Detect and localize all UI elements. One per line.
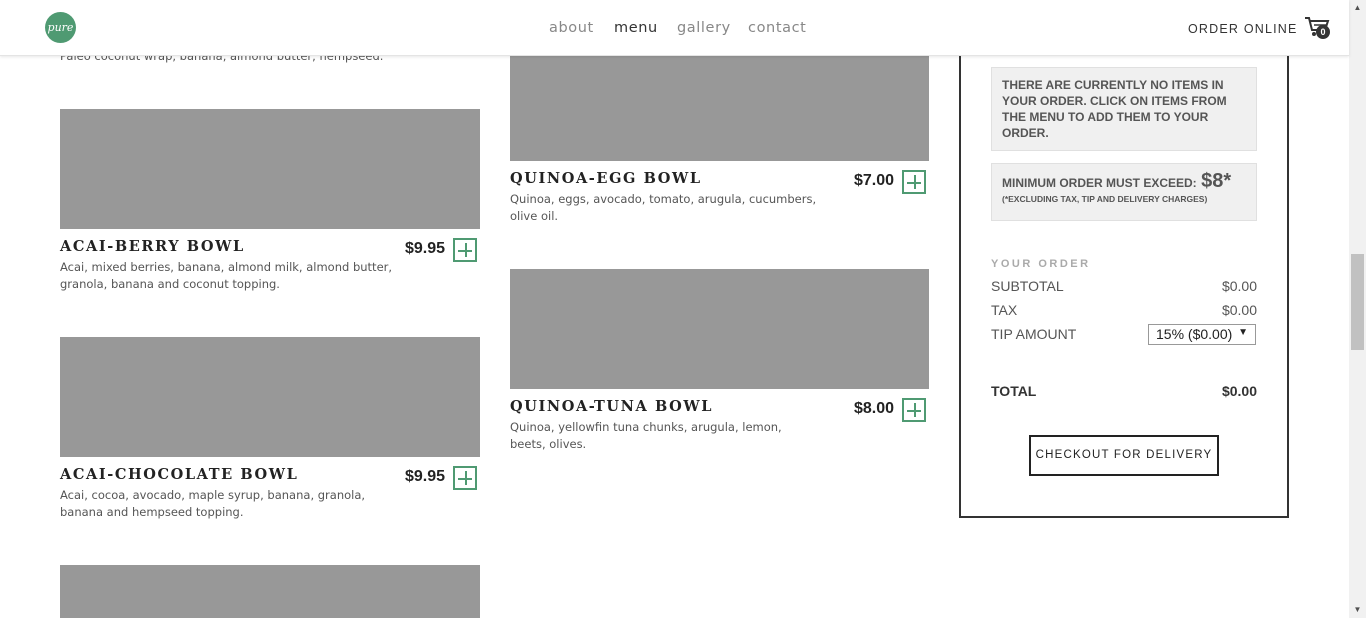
- tax-value: $0.00: [1221, 302, 1257, 318]
- order-online-link[interactable]: ORDER ONLINE: [1188, 22, 1298, 36]
- site-header: pure about menu gallery contact ORDER ON…: [0, 0, 1349, 56]
- item-image[interactable]: [510, 269, 929, 389]
- scroll-up-arrow-icon[interactable]: ▲: [1349, 0, 1366, 16]
- item-title: ACAI-BERRY BOWL: [60, 238, 245, 255]
- page-scrollbar[interactable]: ▲ ▼: [1349, 0, 1366, 618]
- nav-menu[interactable]: menu: [614, 20, 658, 36]
- chevron-down-icon: ▼: [1238, 327, 1248, 338]
- empty-order-notice: THERE ARE CURRENTLY NO ITEMS IN YOUR ORD…: [991, 67, 1257, 151]
- item-image[interactable]: [510, 56, 929, 161]
- minimum-order-label: MINIMUM ORDER MUST EXCEED:: [1002, 176, 1197, 190]
- minimum-order-notice: MINIMUM ORDER MUST EXCEED: $8* (*EXCLUDI…: [991, 163, 1257, 221]
- nav-contact[interactable]: contact: [748, 20, 806, 36]
- minimum-order-note: (*EXCLUDING TAX, TIP AND DELIVERY CHARGE…: [1002, 194, 1208, 204]
- total-value: $0.00: [1221, 383, 1257, 399]
- item-description: Acai, mixed berries, banana, almond milk…: [60, 260, 393, 291]
- item-title: ACAI-CHOCOLATE BOWL: [60, 466, 299, 483]
- item-price: $8.00: [854, 400, 895, 417]
- tip-label: TIP AMOUNT: [991, 326, 1077, 342]
- item-description: Quinoa, yellowfin tuna chunks, arugula, …: [510, 420, 782, 451]
- subtotal-value: $0.00: [1221, 278, 1257, 294]
- minimum-order-amount: $8*: [1201, 170, 1232, 192]
- add-to-order-button[interactable]: [453, 238, 477, 262]
- nav-gallery[interactable]: gallery: [677, 20, 731, 36]
- add-to-order-button[interactable]: [902, 170, 926, 194]
- scroll-thumb[interactable]: [1351, 254, 1364, 350]
- item-description: Acai, cocoa, avocado, maple syrup, banan…: [60, 488, 366, 519]
- your-order-heading: YOUR ORDER: [991, 258, 1091, 270]
- item-description: Quinoa, eggs, avocado, tomato, arugula, …: [510, 192, 817, 223]
- item-image[interactable]: [60, 109, 480, 229]
- nav-about[interactable]: about: [549, 20, 594, 36]
- add-to-order-button[interactable]: [902, 398, 926, 422]
- item-price: $9.95: [405, 240, 446, 257]
- item-title: QUINOA-TUNA BOWL: [510, 398, 714, 415]
- subtotal-label: SUBTOTAL: [991, 278, 1064, 294]
- cart-count-badge: 0: [1316, 25, 1330, 39]
- tip-amount-select[interactable]: 15% ($0.00) ▼: [1148, 324, 1256, 345]
- total-label: TOTAL: [991, 383, 1037, 399]
- add-to-order-button[interactable]: [453, 466, 477, 490]
- site-logo[interactable]: pure: [45, 12, 76, 43]
- checkout-button[interactable]: CHECKOUT FOR DELIVERY: [1029, 435, 1219, 476]
- tip-selected-value: 15% ($0.00): [1156, 326, 1233, 342]
- item-price: $9.95: [405, 468, 446, 485]
- item-price: $7.00: [854, 172, 895, 189]
- item-title: QUINOA-EGG BOWL: [510, 170, 702, 187]
- tax-label: TAX: [991, 302, 1018, 318]
- scroll-down-arrow-icon[interactable]: ▼: [1349, 602, 1366, 618]
- item-image[interactable]: [60, 337, 480, 457]
- item-image[interactable]: [60, 565, 480, 618]
